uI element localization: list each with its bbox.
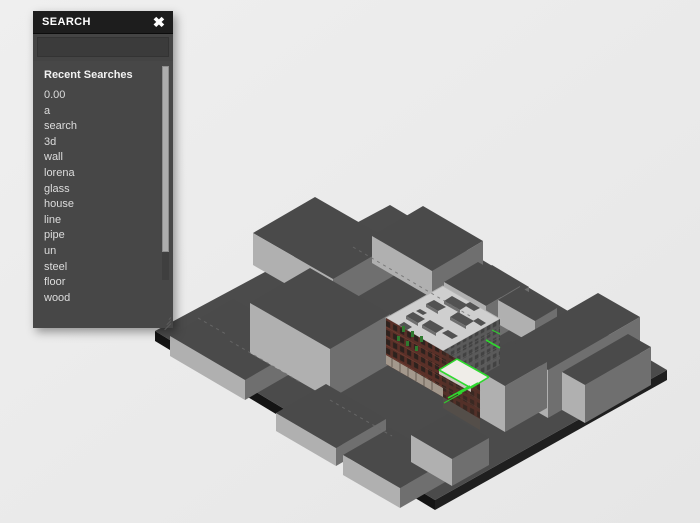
list-item[interactable]: un xyxy=(44,244,173,260)
list-item[interactable]: glass xyxy=(44,182,173,198)
recent-searches-label: Recent Searches xyxy=(44,69,133,81)
search-field-container xyxy=(33,34,173,61)
list-item[interactable]: 0.00 xyxy=(44,88,173,104)
scrollbar-thumb[interactable] xyxy=(162,66,169,252)
resize-grip-icon[interactable] xyxy=(159,314,172,331)
search-input[interactable] xyxy=(37,37,169,57)
close-x-icon[interactable]: ✖ xyxy=(152,15,166,29)
list-item[interactable]: wood xyxy=(44,291,173,307)
panel-title: SEARCH xyxy=(42,16,91,28)
list-item[interactable]: pipe xyxy=(44,228,173,244)
list-item[interactable]: 3d xyxy=(44,135,173,151)
list-item[interactable]: search xyxy=(44,119,173,135)
list-item[interactable]: a xyxy=(44,104,173,120)
search-panel[interactable]: SEARCH ✖ Recent Searches 0.00 a search 3… xyxy=(33,11,173,331)
list-item[interactable]: lorena xyxy=(44,166,173,182)
list-item[interactable]: line xyxy=(44,213,173,229)
recent-searches-list[interactable]: 0.00 a search 3d wall lorena glass house… xyxy=(33,88,173,306)
vertical-scrollbar[interactable] xyxy=(162,66,169,280)
list-item[interactable]: house xyxy=(44,197,173,213)
list-item[interactable]: steel xyxy=(44,260,173,276)
application-root: SEARCH ✖ Recent Searches 0.00 a search 3… xyxy=(0,0,700,523)
search-panel-header[interactable]: SEARCH ✖ xyxy=(33,11,173,34)
list-item[interactable]: floor xyxy=(44,275,173,291)
search-panel-body: Recent Searches 0.00 a search 3d wall lo… xyxy=(33,61,173,328)
list-item[interactable]: wall xyxy=(44,150,173,166)
